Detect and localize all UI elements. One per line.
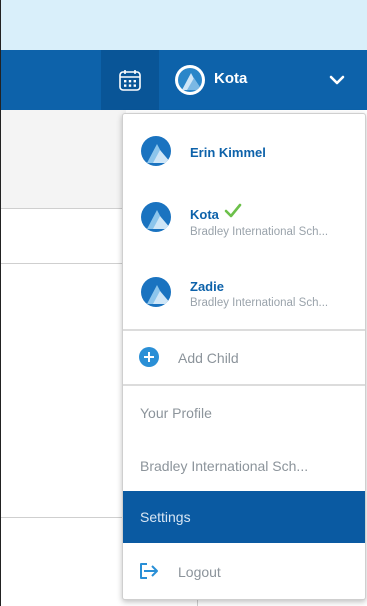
menu-item-parent[interactable]: Erin Kimmel — [123, 114, 365, 184]
account-dropdown-menu: Erin Kimmel Kota Bradley International S… — [122, 113, 366, 600]
avatar — [141, 202, 171, 232]
background-divider — [1, 263, 126, 264]
logout-label: Logout — [178, 564, 221, 580]
top-banner — [0, 0, 367, 50]
plus-circle-icon — [139, 347, 159, 367]
logout-icon — [140, 563, 158, 579]
background-divider — [1, 517, 126, 518]
avatar — [141, 136, 171, 166]
current-child-avatar[interactable] — [175, 65, 205, 95]
your-profile-link[interactable]: Your Profile — [123, 386, 365, 438]
add-child-label: Add Child — [178, 350, 239, 366]
school-label: Bradley International Sch... — [140, 458, 309, 474]
child-school: Bradley International Sch... — [190, 226, 329, 238]
check-icon — [224, 203, 242, 218]
child-name: Kota — [190, 207, 219, 222]
menu-item-child-kota[interactable]: Kota Bradley International Sch... — [123, 184, 365, 249]
calendar-icon — [119, 70, 141, 91]
logout-button[interactable]: Logout — [123, 543, 365, 599]
parent-name: Erin Kimmel — [190, 145, 266, 160]
menu-item-child-zadie[interactable]: Zadie Bradley International Sch... — [123, 249, 365, 329]
calendar-button[interactable] — [101, 50, 159, 110]
avatar — [141, 277, 171, 307]
child-name: Zadie — [190, 279, 224, 294]
app-header: Kota — [0, 50, 367, 110]
settings-link[interactable]: Settings — [123, 491, 365, 543]
current-child-name[interactable]: Kota — [214, 70, 247, 87]
school-link[interactable]: Bradley International Sch... — [123, 438, 365, 491]
add-child-button[interactable]: Add Child — [123, 331, 365, 384]
child-school: Bradley International Sch... — [190, 297, 329, 309]
settings-label: Settings — [140, 509, 191, 525]
your-profile-label: Your Profile — [140, 405, 212, 421]
background-panel — [1, 110, 126, 209]
window-edge — [0, 0, 1, 606]
chevron-down-icon[interactable] — [327, 70, 347, 90]
